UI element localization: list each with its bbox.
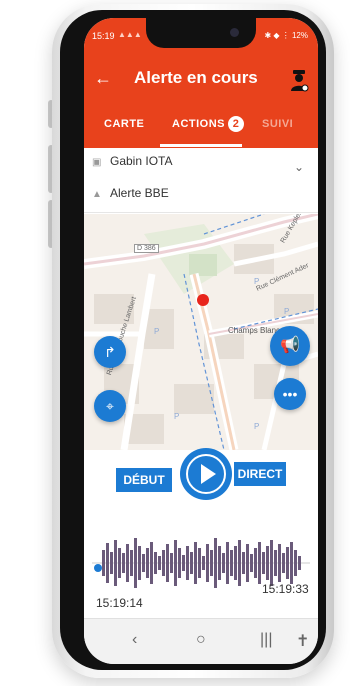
warning-triangle-icon: ▲ [92, 189, 102, 200]
person-name: Gabin IOTA [110, 154, 173, 168]
person-card-icon: ▣ [92, 157, 102, 168]
tab-follow[interactable]: SUIVI [262, 118, 293, 130]
directions-button[interactable]: ↱ [94, 336, 126, 368]
live-button[interactable]: DIRECT [234, 462, 286, 486]
police-officer-icon[interactable] [288, 68, 310, 92]
more-options-button[interactable]: ••• [274, 378, 306, 410]
megaphone-icon: 📢 [280, 337, 300, 354]
status-right-icons: ✱ ◆ ⋮ 12% [264, 31, 308, 40]
locate-me-button[interactable]: ⌖ [94, 390, 126, 422]
android-nav-bar: ‹ ○ ||| ✝ [84, 618, 318, 664]
alert-row: ▲ Alerte BBE [92, 186, 169, 200]
chevron-down-icon[interactable]: ⌄ [294, 160, 304, 174]
nav-back-icon[interactable]: ‹ [132, 631, 137, 649]
more-dots-icon: ••• [282, 386, 298, 402]
tab-actions-label: ACTIONS [172, 118, 225, 130]
playback-start-time: 15:19:14 [96, 596, 143, 610]
divider [84, 212, 318, 213]
front-camera [230, 28, 239, 37]
megaphone-button[interactable]: 📢 [270, 326, 310, 366]
tab-bar: CARTE ACTIONS 2 SUIVI [84, 106, 318, 148]
tab-map[interactable]: CARTE [104, 118, 144, 130]
nav-recents-icon[interactable]: ||| [260, 631, 272, 649]
crosshair-icon: ⌖ [106, 398, 114, 414]
play-button[interactable] [180, 448, 232, 500]
accessibility-icon[interactable]: ✝ [296, 631, 309, 651]
location-marker[interactable] [197, 294, 209, 306]
back-arrow-icon[interactable]: ← [94, 68, 112, 89]
tab-actions-badge: 2 [228, 116, 244, 132]
page-title: Alerte en cours [134, 68, 258, 87]
play-icon [186, 454, 226, 494]
tab-actions[interactable]: ACTIONS 2 [172, 116, 244, 132]
phone-screen: 15:19 ▲▲▲ ✱ ◆ ⋮ 12% ← Alerte en cours CA… [84, 18, 318, 664]
map-label-d386: D 386 [134, 244, 159, 253]
phone-notch [146, 18, 256, 48]
turn-right-icon: ↱ [104, 344, 116, 360]
nav-home-icon[interactable]: ○ [196, 631, 206, 649]
start-button[interactable]: DÉBUT [116, 468, 172, 492]
tab-selected-indicator [160, 144, 242, 147]
status-time: 15:19 [92, 31, 115, 41]
alert-name: Alerte BBE [110, 186, 169, 200]
map-view[interactable]: P P P P P D 386 Champs Blancs Rue Clémen… [84, 214, 318, 450]
status-warning-icons: ▲▲▲ [118, 30, 142, 39]
playback-end-time: 15:19:33 [262, 582, 309, 596]
person-row: ▣ Gabin IOTA [92, 154, 172, 168]
